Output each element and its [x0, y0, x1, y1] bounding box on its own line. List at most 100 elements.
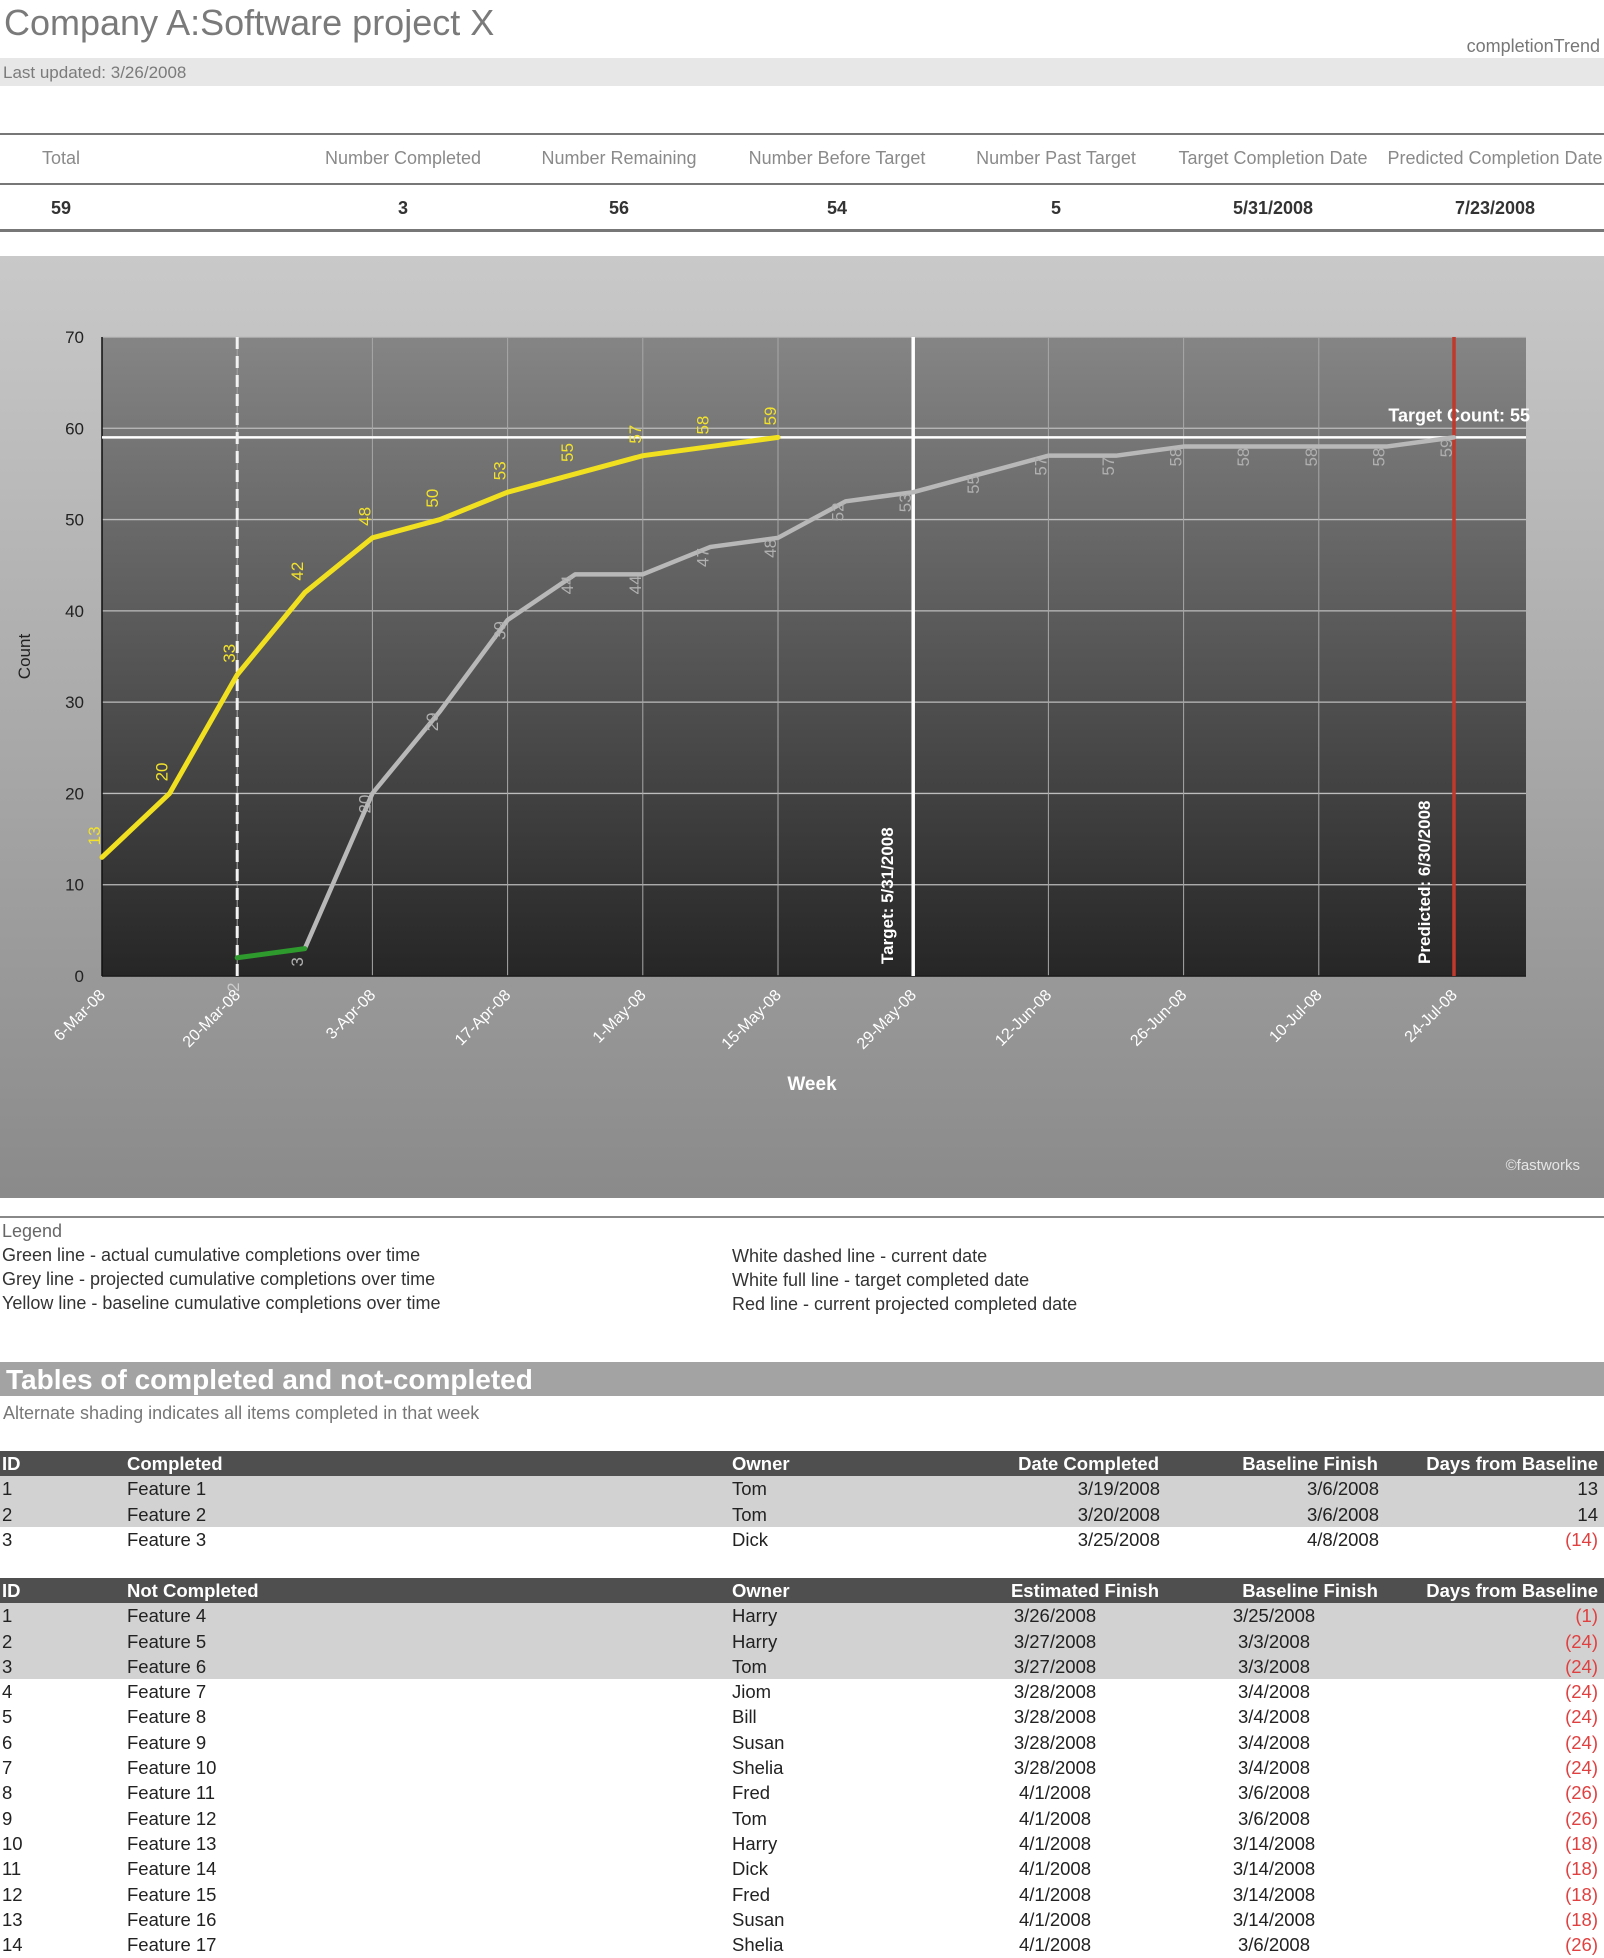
table-row: 2 Feature 2 Tom 3/20/2008 3/6/2008 14	[0, 1501, 1604, 1527]
projected-series-data-label: 52	[829, 502, 848, 521]
table-header: ID Not Completed Owner Estimated Finish Base…	[0, 1578, 1604, 1604]
column-header: Owner	[732, 1580, 790, 1601]
legend-item: Red line - current projected completed d…	[732, 1294, 1078, 1314]
baseline-series-data-label: 42	[288, 562, 307, 581]
table-cell: (26)	[1565, 1782, 1598, 1804]
table-row: 13 Feature 16 Susan 4/1/2008 3/14/2008 (18)	[0, 1907, 1604, 1932]
table-cell: 14	[2, 1934, 23, 1956]
column-header: Date Completed	[1018, 1453, 1159, 1474]
table-cell: Harry	[732, 1630, 778, 1652]
table-cell: (1)	[1575, 1605, 1598, 1627]
table-cell: 3/26/2008	[1013, 1605, 1097, 1627]
column-header: Baseline Finish	[1242, 1453, 1378, 1474]
table-cell: (18)	[1565, 1832, 1598, 1854]
y-tick-label: 20	[65, 784, 84, 803]
table-cell: Harry	[732, 1605, 778, 1627]
legend-item: Grey line - projected cumulative complet…	[2, 1269, 436, 1289]
legend-item: White dashed line - current date	[732, 1246, 988, 1266]
last-updated: Last updated: 3/26/2008	[3, 63, 187, 82]
projected-series-data-label: 57	[1099, 457, 1118, 476]
column-header: ID	[2, 1580, 21, 1601]
table-cell: Shelia	[732, 1757, 784, 1779]
table-row: 7 Feature 10 Shelia 3/28/2008 3/4/2008 (24)	[0, 1755, 1604, 1780]
table-cell: 14	[1577, 1503, 1598, 1525]
column-header: Baseline Finish	[1242, 1580, 1378, 1601]
table-cell: 5	[2, 1706, 13, 1728]
x-tick-label: 3-Apr-08	[323, 987, 379, 1043]
legend-rule	[0, 1216, 1604, 1218]
legend-title: Legend	[2, 1221, 63, 1241]
table-cell: (24)	[1565, 1731, 1598, 1753]
table-cell: 3/28/2008	[1013, 1731, 1097, 1753]
table-cell: 3/6/2008	[1237, 1782, 1310, 1804]
projected-series-data-label: 58	[1234, 448, 1253, 467]
y-tick-label: 60	[65, 419, 84, 438]
table-cell: (26)	[1565, 1807, 1598, 1829]
table-row: 5 Feature 8 Bill 3/28/2008 3/4/2008 (24)	[0, 1704, 1604, 1729]
x-tick-label: 29-May-08	[854, 987, 920, 1053]
projected-series-data-label: 58	[1369, 448, 1388, 467]
summary-header: Total	[41, 147, 81, 168]
table-row: 3 Feature 3 Dick 3/25/2008 4/8/2008 (14)	[0, 1527, 1604, 1552]
report-name: completionTrend	[1466, 36, 1600, 56]
table-cell: Tom	[732, 1807, 767, 1829]
table-cell: 3/6/2008	[1306, 1478, 1379, 1500]
summary-value: 7/23/2008	[1454, 197, 1536, 218]
baseline-series-data-label: 58	[693, 416, 712, 435]
summary-header: Number Completed	[324, 147, 482, 168]
table-cell: (18)	[1565, 1858, 1598, 1880]
table-cell: 3/27/2008	[1013, 1655, 1097, 1677]
column-header: Days from Baseline	[1426, 1580, 1598, 1601]
completed-table: ID Completed Owner Date Completed Baseline F…	[0, 1451, 1604, 1552]
table-cell: 3/4/2008	[1237, 1757, 1310, 1779]
x-tick-label: 24-Jul-08	[1402, 987, 1461, 1046]
table-cell: Feature 7	[127, 1681, 207, 1703]
table-cell: 4/1/2008	[1018, 1832, 1091, 1854]
completion-trend-chart: 0 10 20 30 40 50 60 70 6-Mar-08 20-Mar-08 3-Apr-08…	[15, 328, 1580, 1174]
table-cell: 8	[2, 1782, 13, 1804]
not-completed-table: ID Not Completed Owner Estimated Finish Base…	[0, 1578, 1604, 1957]
table-cell: 3/14/2008	[1232, 1883, 1316, 1905]
predicted-date-label: Predicted: 6/30/2008	[1415, 801, 1434, 964]
y-tick-label: 0	[75, 967, 84, 986]
column-header: Completed	[127, 1453, 223, 1474]
summary-value: 5/31/2008	[1232, 197, 1314, 218]
copyright: ©fastworks	[1506, 1157, 1580, 1174]
baseline-series-data-label: 50	[423, 489, 442, 508]
table-cell: 3/3/2008	[1237, 1630, 1310, 1652]
table-cell: Feature 5	[127, 1630, 207, 1652]
baseline-series-data-label: 59	[761, 406, 780, 425]
projected-series-data-label: 58	[1302, 448, 1321, 467]
table-cell: 3/28/2008	[1013, 1681, 1097, 1703]
y-tick-label: 40	[65, 602, 84, 621]
projected-series-data-label: 55	[964, 475, 983, 494]
projected-series-data-label: 57	[1031, 457, 1050, 476]
table-cell: 3/25/2008	[1232, 1605, 1316, 1627]
column-header: Not Completed	[127, 1580, 259, 1601]
table-cell: 4	[2, 1681, 13, 1703]
table-cell: 4/1/2008	[1018, 1908, 1091, 1930]
target-count-label: Target Count: 55	[1388, 405, 1530, 425]
table-cell: 3/4/2008	[1237, 1681, 1310, 1703]
table-cell: 4/8/2008	[1306, 1528, 1379, 1550]
table-cell: Feature 17	[127, 1934, 217, 1956]
x-tick-label: 26-Jun-08	[1127, 987, 1190, 1050]
y-tick-label: 10	[65, 876, 84, 895]
table-cell: 2	[2, 1630, 13, 1652]
table-row: 3 Feature 6 Tom 3/27/2008 3/3/2008 (24)	[0, 1653, 1604, 1680]
table-cell: Feature 4	[127, 1605, 207, 1627]
table-cell: (24)	[1565, 1757, 1598, 1779]
x-tick-label: 20-Mar-08	[180, 987, 244, 1051]
projected-series-data-label: 44	[558, 575, 577, 594]
table-cell: 3/14/2008	[1232, 1908, 1316, 1930]
table-cell: 3/25/2008	[1077, 1528, 1160, 1550]
table-cell: Feature 12	[127, 1807, 217, 1829]
table-cell: Feature 16	[127, 1908, 217, 1930]
x-tick-label: 15-May-08	[719, 987, 785, 1053]
projected-series-data-label: 53	[896, 493, 915, 512]
table-row: 2 Feature 5 Harry 3/27/2008 3/3/2008 (24)	[0, 1628, 1604, 1654]
table-cell: 4/1/2008	[1018, 1883, 1091, 1905]
projected-series-data-label: 20	[355, 795, 374, 814]
x-tick-label: 10-Jul-08	[1266, 987, 1325, 1046]
actual-data-label: 2	[224, 983, 243, 992]
